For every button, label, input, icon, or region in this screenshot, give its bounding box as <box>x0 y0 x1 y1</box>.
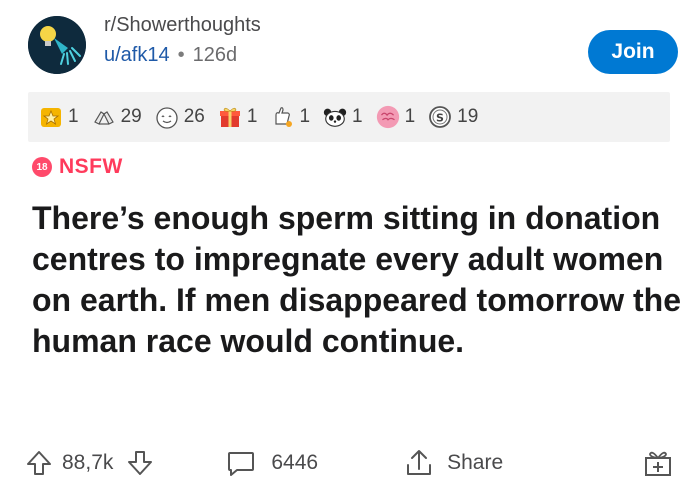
award-item[interactable]: 29 <box>91 104 142 130</box>
bravo-hand-award-icon <box>269 104 295 130</box>
give-award-button[interactable] <box>642 447 674 479</box>
helpful-hands-award-icon <box>91 104 117 130</box>
wholesome-face-award-icon <box>154 104 180 130</box>
gold-star-award-icon <box>38 104 64 130</box>
upvote-arrow-icon <box>27 451 51 475</box>
brain-award-icon <box>375 104 401 130</box>
post-age: 126d <box>192 44 238 66</box>
upvote-button[interactable] <box>24 448 54 478</box>
award-count: 29 <box>120 106 142 127</box>
share-button[interactable]: Share <box>403 447 503 479</box>
downvote-arrow-icon <box>128 451 153 475</box>
lightbulb-shower-icon <box>28 16 86 74</box>
share-icon <box>407 450 432 475</box>
award-item[interactable]: S 19 <box>427 104 478 130</box>
comment-bubble-icon <box>228 452 255 476</box>
subreddit-avatar[interactable] <box>28 16 86 74</box>
post-actions-bar: 88,7k 6446 Share <box>24 438 676 488</box>
join-button[interactable]: Join <box>588 30 678 74</box>
award-item[interactable]: 1 <box>269 104 310 130</box>
award-count: 1 <box>299 106 311 127</box>
awards-bar[interactable]: 1 29 26 1 1 1 1 S 19 <box>28 92 670 142</box>
post-header: r/Showerthoughts u/afk14 • 126d Join <box>28 12 678 74</box>
share-label: Share <box>447 451 504 474</box>
gift-box-award-icon <box>217 104 243 130</box>
gift-plus-icon <box>645 451 671 476</box>
award-item[interactable]: 1 <box>217 104 258 130</box>
award-count: 1 <box>352 106 363 127</box>
award-count: 19 <box>457 106 479 127</box>
subreddit-name[interactable]: r/Showerthoughts <box>104 14 261 37</box>
panda-face-award-icon <box>322 104 348 130</box>
post-title[interactable]: There’s enough sperm sitting in donation… <box>32 198 682 362</box>
vote-count: 88,7k <box>62 451 114 474</box>
nsfw-18-icon: 18 <box>32 157 52 177</box>
post-meta: u/afk14 • 126d <box>104 44 237 67</box>
silver-coin-award-icon: S <box>427 104 453 130</box>
award-count: 1 <box>404 106 416 127</box>
downvote-button[interactable] <box>125 448 155 478</box>
award-count: 1 <box>246 106 258 127</box>
award-item[interactable]: 1 <box>322 104 363 130</box>
award-item[interactable]: 1 <box>375 104 416 130</box>
award-item[interactable]: 1 <box>38 104 79 130</box>
nsfw-label: NSFW <box>59 155 123 178</box>
meta-separator: • <box>177 44 185 66</box>
award-count: 26 <box>183 106 205 127</box>
award-count: 1 <box>68 106 79 127</box>
nsfw-tag: 18 NSFW <box>32 155 123 179</box>
svg-text:S: S <box>436 112 444 125</box>
comment-count: 6446 <box>271 451 319 474</box>
comments-button[interactable]: 6446 <box>225 447 318 479</box>
author-link[interactable]: u/afk14 <box>104 44 170 66</box>
award-item[interactable]: 26 <box>154 104 205 130</box>
